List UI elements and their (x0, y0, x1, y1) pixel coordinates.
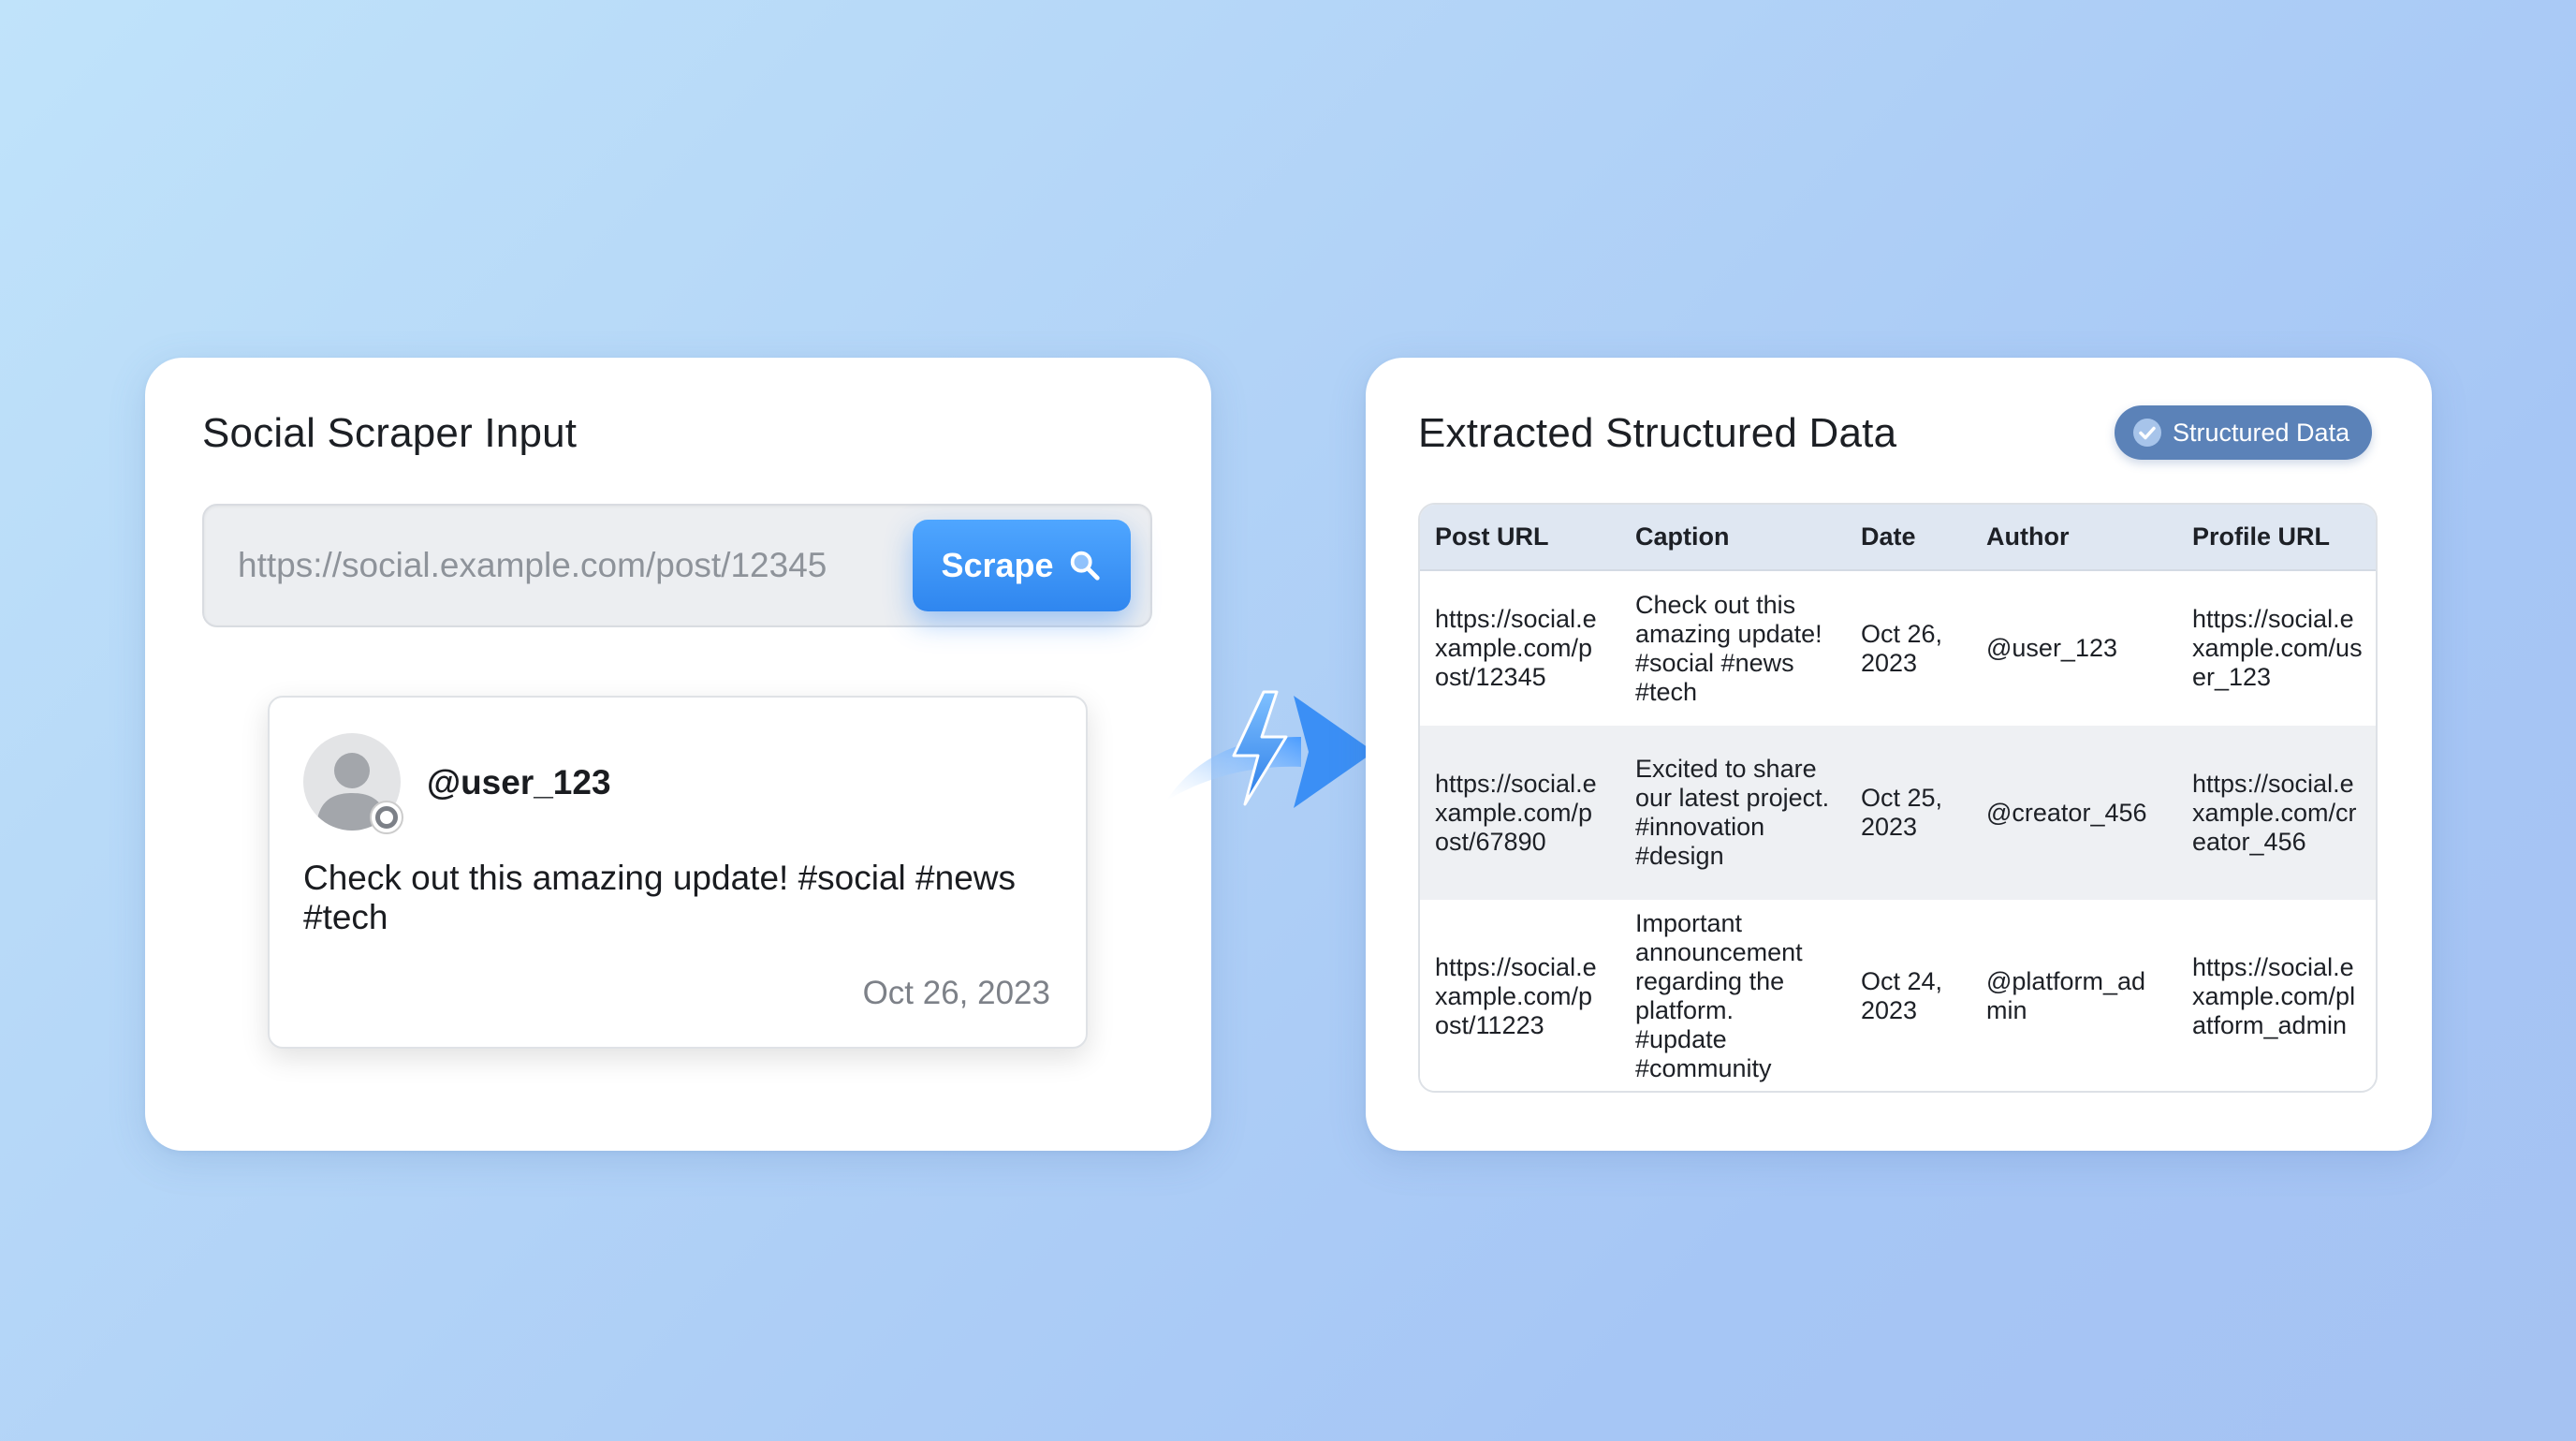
post-caption: Check out this amazing update! #social #… (303, 859, 1016, 936)
cell-post-url: https://social.example.com/post/67890 (1420, 726, 1620, 900)
cell-date: Oct 26, 2023 (1846, 570, 1971, 726)
check-circle-icon (2133, 419, 2161, 447)
column-header-profile-url: Profile URL (2177, 505, 2376, 571)
post-username: @user_123 (427, 763, 611, 801)
cell-post-url: https://social.example.com/post/12345 (1420, 570, 1620, 726)
input-panel-title: Social Scraper Input (202, 410, 578, 456)
search-icon (1070, 551, 1100, 581)
cell-caption: Important announcement regarding the pla… (1620, 900, 1846, 1091)
cell-profile-url: https://social.example.com/platform_admi… (2177, 900, 2376, 1091)
cell-author: @platform_admin (1971, 900, 2177, 1091)
url-input[interactable] (238, 506, 893, 625)
data-table: Post URL Caption Date Author Profile URL… (1418, 503, 2378, 1093)
column-header-date: Date (1846, 505, 1971, 571)
cell-caption: Check out this amazing update! #social #… (1620, 570, 1846, 726)
column-header-post-url: Post URL (1420, 505, 1620, 571)
table-row: https://social.example.com/post/11223 Im… (1420, 900, 2376, 1091)
structured-data-panel: Extracted Structured Data Structured Dat… (1366, 358, 2432, 1151)
table-row: https://social.example.com/post/67890 Ex… (1420, 726, 2376, 900)
cell-author: @user_123 (1971, 570, 2177, 726)
cell-date: Oct 24, 2023 (1846, 900, 1971, 1091)
column-header-caption: Caption (1620, 505, 1846, 571)
scrape-button[interactable]: Scrape (913, 520, 1131, 611)
cell-date: Oct 25, 2023 (1846, 726, 1971, 900)
cell-profile-url: https://social.example.com/creator_456 (2177, 726, 2376, 900)
cell-profile-url: https://social.example.com/user_123 (2177, 570, 2376, 726)
badge-label: Structured Data (2173, 418, 2350, 447)
cell-caption: Excited to share our latest project. #in… (1620, 726, 1846, 900)
status-indicator-icon (370, 801, 403, 834)
url-input-bar: Scrape (202, 504, 1152, 627)
output-panel-title: Extracted Structured Data (1418, 410, 1897, 456)
column-header-author: Author (1971, 505, 2177, 571)
lightning-arrow-icon (1166, 690, 1374, 808)
table-header-row: Post URL Caption Date Author Profile URL (1420, 505, 2376, 571)
post-preview-card: @user_123 Check out this amazing update!… (268, 696, 1088, 1049)
scraper-input-panel: Social Scraper Input Scrape @user_123 Ch… (145, 358, 1211, 1151)
table-row: https://social.example.com/post/12345 Ch… (1420, 570, 2376, 726)
structured-data-badge: Structured Data (2115, 405, 2373, 460)
post-date: Oct 26, 2023 (862, 975, 1050, 1011)
cell-author: @creator_456 (1971, 726, 2177, 900)
scrape-button-label: Scrape (941, 546, 1054, 584)
cell-post-url: https://social.example.com/post/11223 (1420, 900, 1620, 1091)
